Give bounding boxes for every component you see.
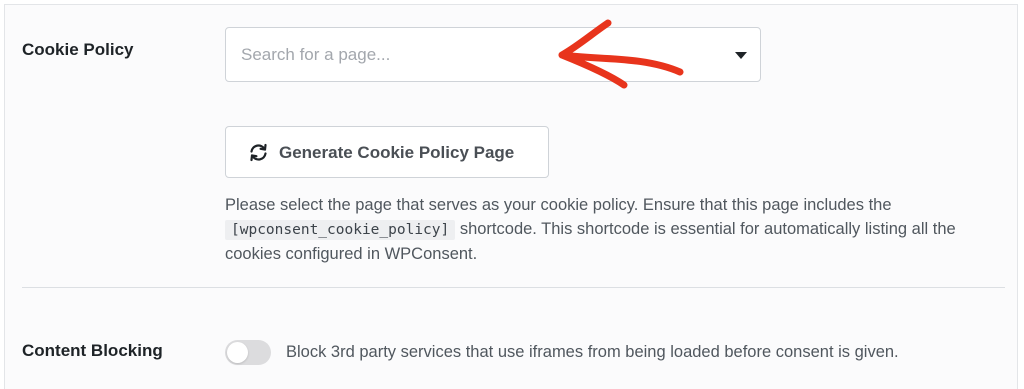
refresh-icon	[250, 143, 267, 162]
toggle-knob	[227, 342, 248, 363]
cookie-policy-label: Cookie Policy	[22, 40, 134, 59]
generate-cookie-policy-button[interactable]: Generate Cookie Policy Page	[225, 126, 549, 178]
description-text-start: Please select the page that serves as yo…	[225, 196, 892, 214]
cookie-policy-description: Please select the page that serves as yo…	[225, 193, 1000, 266]
select-placeholder: Search for a page...	[241, 45, 391, 64]
content-blocking-toggle[interactable]	[225, 340, 271, 365]
caret-down-icon	[735, 52, 747, 59]
shortcode-snippet: [wpconsent_cookie_policy]	[225, 220, 456, 240]
generate-button-label: Generate Cookie Policy Page	[279, 143, 515, 162]
content-blocking-toggle-text: Block 3rd party services that use iframe…	[286, 343, 899, 361]
content-blocking-label: Content Blocking	[22, 341, 163, 360]
annotation-arrow-icon	[558, 19, 684, 89]
section-divider	[22, 287, 1005, 288]
